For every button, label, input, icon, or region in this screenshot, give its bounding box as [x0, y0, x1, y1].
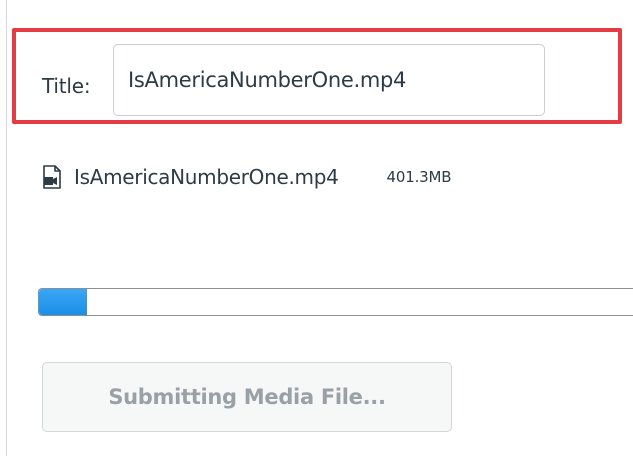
submit-media-button[interactable]: Submitting Media File...: [42, 362, 452, 432]
file-name: IsAmericaNumberOne.mp4: [74, 165, 339, 189]
upload-progress-bar: [38, 288, 633, 316]
file-size: 401.3MB: [386, 168, 452, 186]
left-divider: [6, 0, 7, 456]
upload-media-panel: Title: IsAmericaNumberOne.mp4 401.3MB Su…: [0, 0, 633, 456]
upload-progress-fill: [39, 289, 87, 315]
video-file-icon: [42, 165, 62, 189]
title-input[interactable]: [113, 44, 545, 116]
file-info-row: IsAmericaNumberOne.mp4 401.3MB: [42, 160, 452, 194]
title-label: Title:: [42, 74, 91, 98]
